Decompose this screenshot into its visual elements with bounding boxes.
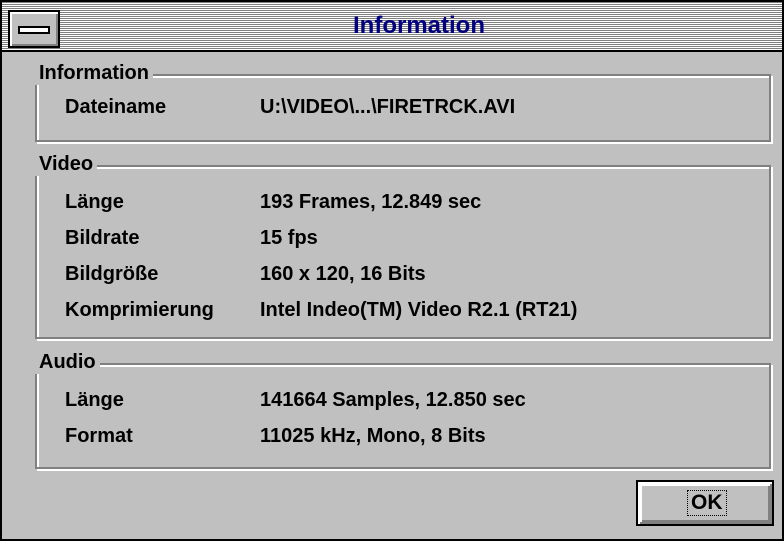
audio-length-label: Länge: [65, 389, 124, 411]
audio-format-value: 11025 kHz, Mono, 8 Bits: [260, 425, 486, 447]
video-length-value: 193 Frames, 12.849 sec: [260, 191, 482, 213]
ok-button-label: OK: [687, 490, 727, 516]
minus-icon: [18, 26, 50, 34]
audio-format-label: Format: [65, 425, 133, 447]
ok-button[interactable]: OK: [636, 480, 774, 526]
frame-size-label: Bildgröße: [65, 263, 159, 285]
window-title: Information: [353, 12, 485, 39]
title-bar[interactable]: Information: [2, 2, 782, 52]
group-information-label: Information: [35, 61, 153, 85]
group-audio-label: Audio: [35, 350, 100, 374]
frame-rate-value: 15 fps: [260, 227, 318, 249]
system-menu-button[interactable]: [8, 10, 60, 48]
video-length-label: Länge: [65, 191, 124, 213]
compression-label: Komprimierung: [65, 299, 214, 321]
filename-label: Dateiname: [65, 96, 167, 118]
frame-rate-label: Bildrate: [65, 227, 140, 249]
filename-value: U:\VIDEO\...\FIRETRCK.AVI: [260, 96, 516, 118]
group-video-label: Video: [35, 152, 98, 176]
group-information: Information Dateiname U:\VIDEO\...\FIRET…: [35, 61, 771, 142]
frame-size-value: 160 x 120, 16 Bits: [260, 263, 426, 285]
compression-value: Intel Indeo(TM) Video R2.1 (RT21): [260, 299, 578, 321]
group-audio: Audio Länge 141664 Samples, 12.850 sec F…: [35, 350, 771, 469]
audio-length-value: 141664 Samples, 12.850 sec: [260, 389, 526, 411]
information-dialog: Information Information Dateiname U:\VID…: [0, 0, 784, 541]
group-video: Video Länge 193 Frames, 12.849 sec Bildr…: [35, 152, 771, 339]
